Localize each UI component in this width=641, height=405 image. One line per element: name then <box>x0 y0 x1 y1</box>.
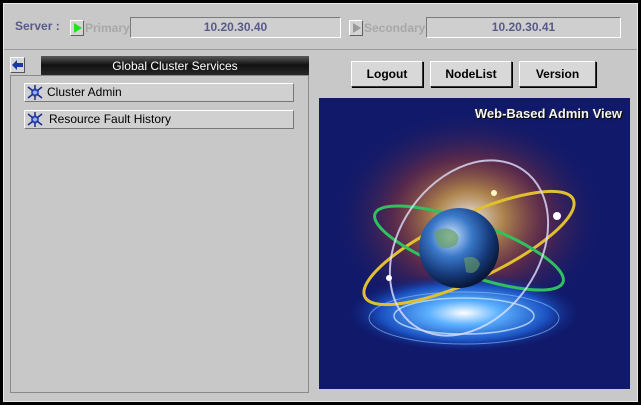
tree-item-resource-fault-history[interactable]: Resource Fault History <box>24 110 294 129</box>
primary-server-button[interactable] <box>70 20 84 36</box>
admin-window: Server : Primary 10.20.30.40 Secondary 1… <box>3 3 638 402</box>
primary-server-label: Primary <box>85 21 130 35</box>
secondary-server-address: 10.20.30.41 <box>426 17 621 38</box>
version-button[interactable]: Version <box>519 61 596 87</box>
server-label: Server : <box>15 19 60 33</box>
splash-title: Web-Based Admin View <box>474 106 622 121</box>
globe-splash-graphic <box>319 98 630 389</box>
secondary-server-button[interactable] <box>349 20 363 36</box>
secondary-server-label: Secondary <box>364 21 426 35</box>
tree-item-label: Resource Fault History <box>49 112 172 126</box>
resource-fault-history-icon <box>27 112 43 127</box>
primary-server-address: 10.20.30.40 <box>130 17 341 38</box>
play-icon <box>74 23 82 33</box>
tree-item-label: Cluster Admin <box>47 85 122 99</box>
nodelist-button[interactable]: NodeList <box>430 61 512 87</box>
back-button[interactable] <box>10 57 25 73</box>
arrow-left-icon <box>12 60 23 70</box>
logout-button[interactable]: Logout <box>351 61 423 87</box>
server-bar: Server : Primary 10.20.30.40 Secondary 1… <box>4 4 637 50</box>
play-icon <box>353 23 361 33</box>
splash-image: Web-Based Admin View <box>319 98 630 389</box>
panel-header: Global Cluster Services <box>41 56 309 76</box>
cluster-admin-icon <box>27 85 43 100</box>
tree-item-cluster-admin[interactable]: Cluster Admin <box>24 83 294 102</box>
